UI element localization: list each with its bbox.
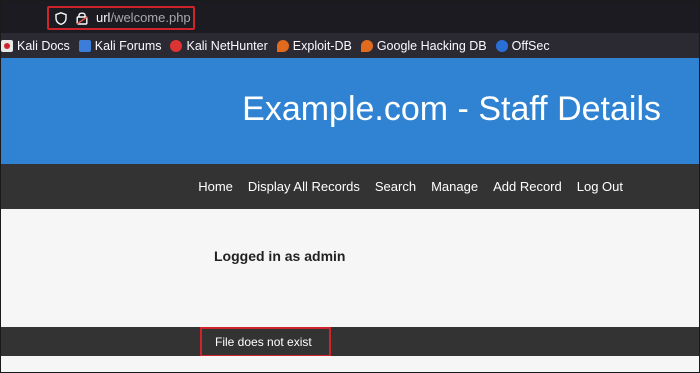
url-text[interactable]: url/welcome.php (96, 10, 191, 25)
page-title: Example.com - Staff Details (242, 90, 661, 128)
nav-display-all-records[interactable]: Display All Records (248, 179, 360, 194)
kali-nethunter-icon (170, 39, 183, 52)
bookmark-exploit-db[interactable]: Exploit-DB (276, 38, 352, 53)
footer-highlight-box (200, 327, 331, 357)
shield-icon[interactable] (55, 12, 67, 25)
bookmark-label: Google Hacking DB (376, 38, 487, 53)
nav-add-record[interactable]: Add Record (493, 179, 562, 194)
bookmark-label: Kali Docs (17, 38, 70, 53)
bookmark-kali-nethunter[interactable]: Kali NetHunter (170, 38, 268, 53)
kali-forums-icon (78, 39, 91, 52)
bookmark-kali-forums[interactable]: Kali Forums (78, 38, 162, 53)
browser-window: url/welcome.php Kali Docs Kali Forums Ka… (0, 0, 700, 373)
google-hacking-db-icon (360, 39, 373, 52)
address-bar[interactable]: url/welcome.php (1, 1, 699, 33)
kali-docs-icon (1, 39, 13, 52)
bookmark-label: Kali Forums (94, 38, 162, 53)
main-content: Logged in as admin (1, 209, 699, 327)
nav-log-out[interactable]: Log Out (577, 179, 623, 194)
exploit-db-icon (276, 39, 289, 52)
bookmark-google-hacking-db[interactable]: Google Hacking DB (360, 38, 487, 53)
bookmark-label: OffSec (511, 38, 550, 53)
bookmark-kali-docs[interactable]: Kali Docs (1, 39, 70, 53)
nav-home[interactable]: Home (198, 179, 233, 194)
site-header: Example.com - Staff Details (1, 58, 699, 164)
site-footer: File does not exist (1, 327, 699, 357)
logged-in-status: Logged in as admin (214, 248, 346, 264)
bookmarks-toolbar: Kali Docs Kali Forums Kali NetHunter Exp… (1, 33, 699, 58)
bookmark-offsec[interactable]: OffSec (495, 38, 550, 53)
url-host: url (96, 10, 111, 25)
bookmark-label: Exploit-DB (292, 38, 352, 53)
nav-search[interactable]: Search (375, 179, 416, 194)
offsec-icon (495, 39, 508, 52)
bookmark-label: Kali NetHunter (186, 38, 268, 53)
site-nav: Home Display All Records Search Manage A… (1, 164, 699, 209)
url-path: /welcome.php (110, 10, 191, 25)
nav-manage[interactable]: Manage (431, 179, 478, 194)
page-bottom (1, 356, 699, 372)
lock-icon[interactable] (76, 11, 88, 25)
